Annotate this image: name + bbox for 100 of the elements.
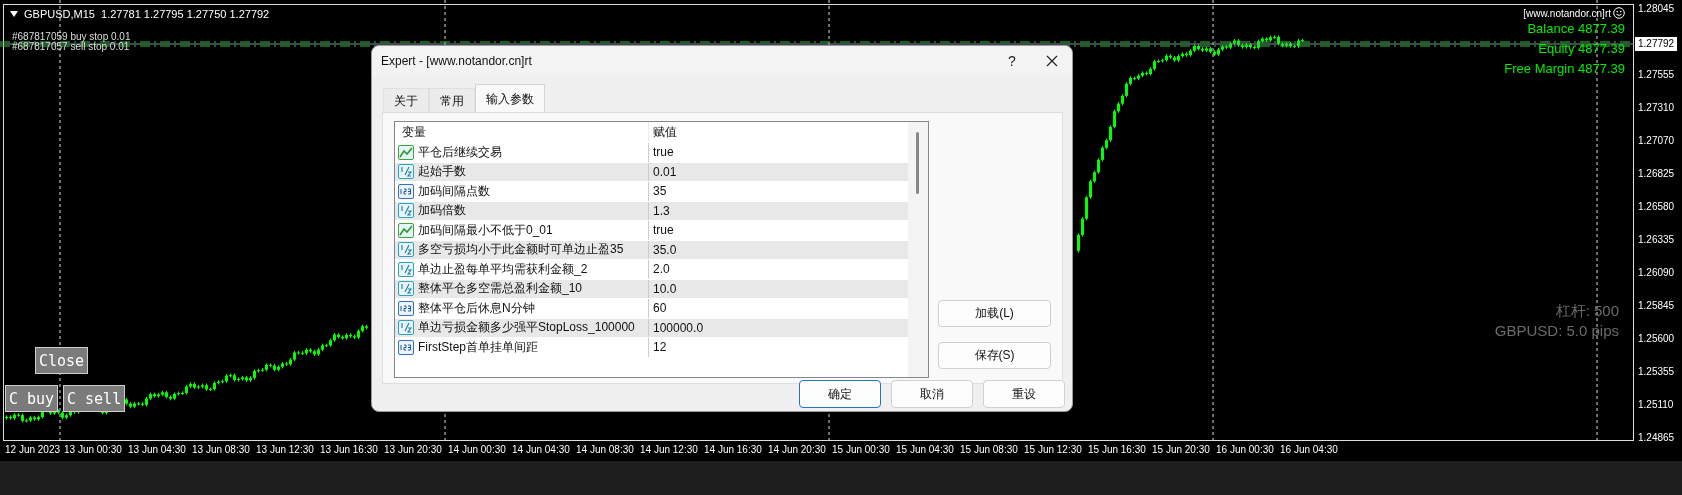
parameter-value: 2.0: [652, 262, 670, 277]
time-label: 15 Jun 12:30: [1024, 444, 1083, 457]
parameter-value: true: [652, 145, 674, 160]
time-label: 14 Jun 20:30: [768, 444, 827, 457]
double-type-icon: [398, 281, 414, 297]
double-type-icon: [398, 261, 414, 277]
parameter-name: 加码倍数: [418, 202, 466, 220]
price-label: 1.25845: [1638, 300, 1675, 311]
parameter-row[interactable]: 单边止盈每单平均需获利金额_2 2.0: [395, 260, 908, 280]
parameter-row[interactable]: 加码倍数 1.3: [395, 201, 908, 221]
price-label: 1.26335: [1638, 234, 1675, 245]
parameter-row[interactable]: 平仓后继续交易 true: [395, 143, 908, 163]
tab[interactable]: 关于: [383, 88, 429, 112]
parameter-name: 加码间隔点数: [418, 182, 490, 200]
parameter-name: 加码间隔最小不低于0_01: [418, 221, 553, 239]
parameter-row[interactable]: 多空亏损均小于此金额时可单边止盈35 35.0: [395, 240, 908, 260]
time-label: 13 Jun 08:30: [192, 444, 251, 457]
time-label: 13 Jun 16:30: [320, 444, 379, 457]
parameter-value: 100000.0: [652, 320, 704, 335]
current-price: 1.27792: [1635, 37, 1678, 51]
parameter-value: 12: [652, 340, 667, 355]
parameter-name: 整体平仓多空需总盈利金额_10: [418, 280, 583, 298]
time-label: 13 Jun 04:30: [128, 444, 187, 457]
time-label: 16 Jun 04:30: [1280, 444, 1339, 457]
order-label: #687817059 buy stop 0.01: [12, 31, 131, 42]
side-button[interactable]: 加载(L): [938, 300, 1051, 327]
parameter-name: 起始手数: [418, 163, 466, 181]
bool-type-icon: [398, 144, 414, 160]
parameter-value: 0.01: [652, 164, 677, 179]
info-text: GBPUSD: 5.0 pips: [1494, 321, 1619, 341]
double-type-icon: [398, 242, 414, 258]
info-text: 杠杆: 500: [1555, 301, 1619, 321]
account-value: Balance 4877.39: [1527, 20, 1625, 38]
time-label: 15 Jun 08:30: [960, 444, 1019, 457]
parameter-row[interactable]: 单边亏损金额多少强平StopLoss_100000 100000.0: [395, 318, 908, 338]
parameter-row[interactable]: 整体平仓后休息N分钟 60: [395, 299, 908, 319]
parameter-value: 35: [652, 184, 667, 199]
time-label: 15 Jun 20:30: [1152, 444, 1211, 457]
double-type-icon: [398, 203, 414, 219]
price-label: 1.27555: [1638, 69, 1675, 80]
price-label: 1.28045: [1638, 3, 1675, 14]
price-label: 1.27070: [1638, 135, 1675, 146]
expert-label: [www.notandor.cn]rt: [1523, 7, 1611, 19]
time-label: 16 Jun 00:30: [1216, 444, 1275, 457]
price-label: 1.25600: [1638, 333, 1675, 344]
price-label: 1.26825: [1638, 168, 1675, 179]
time-label: 14 Jun 16:30: [704, 444, 763, 457]
caret-icon[interactable]: [10, 11, 18, 17]
help-button[interactable]: ?: [992, 47, 1032, 75]
price-label: 1.25355: [1638, 366, 1675, 377]
parameter-row[interactable]: 整体平仓多空需总盈利金额_10 10.0: [395, 279, 908, 299]
parameter-name: 多空亏损均小于此金额时可单边止盈35: [418, 241, 624, 259]
time-label: 13 Jun 12:30: [256, 444, 315, 457]
time-label: 12 Jun 2023: [5, 444, 62, 457]
double-type-icon: [398, 320, 414, 336]
chart-button[interactable]: C buy: [5, 385, 59, 412]
parameter-name: 单边亏损金额多少强平StopLoss_100000: [418, 319, 635, 337]
parameter-name: 整体平仓后休息N分钟: [418, 299, 535, 317]
column-header: 变量: [395, 122, 649, 142]
smiley-icon: [1613, 7, 1625, 19]
chart-button[interactable]: C sell: [63, 385, 126, 412]
time-label: 15 Jun 04:30: [896, 444, 955, 457]
price-label: 1.24865: [1638, 432, 1675, 443]
tab[interactable]: 输入参数: [475, 84, 545, 112]
parameter-value: 1.3: [652, 203, 670, 218]
time-label: 15 Jun 16:30: [1088, 444, 1147, 457]
column-header: 赋值: [652, 123, 677, 141]
parameter-value: 60: [652, 301, 667, 316]
parameter-value: true: [652, 223, 674, 238]
int-type-icon: [398, 339, 414, 355]
dialog-button[interactable]: 确定: [799, 380, 881, 408]
close-icon: [1046, 55, 1058, 67]
time-label: 14 Jun 08:30: [576, 444, 635, 457]
dialog-button[interactable]: 重设: [983, 380, 1065, 408]
int-type-icon: [398, 183, 414, 199]
symbol-header: GBPUSD,M15 1.27781 1.27795 1.27750 1.27792: [24, 8, 270, 20]
parameter-value: 35.0: [652, 242, 677, 257]
parameter-row[interactable]: 起始手数 0.01: [395, 162, 908, 182]
time-label: 14 Jun 00:30: [448, 444, 507, 457]
parameter-name: 平仓后继续交易: [418, 143, 502, 161]
int-type-icon: [398, 300, 414, 316]
dialog-button[interactable]: 取消: [891, 380, 973, 408]
parameter-value: 10.0: [652, 281, 677, 296]
chart-button[interactable]: Close: [35, 347, 89, 374]
time-label: 14 Jun 12:30: [640, 444, 699, 457]
parameter-name: 单边止盈每单平均需获利金额_2: [418, 260, 588, 278]
price-label: 1.26580: [1638, 201, 1675, 212]
time-label: 13 Jun 00:30: [64, 444, 123, 457]
scrollbar[interactable]: [908, 122, 928, 377]
tab[interactable]: 常用: [429, 88, 475, 112]
parameter-name: FirstStep首单挂单间距: [418, 338, 538, 356]
side-button[interactable]: 保存(S): [938, 342, 1051, 369]
double-type-icon: [398, 164, 414, 180]
parameter-row[interactable]: FirstStep首单挂单间距 12: [395, 338, 908, 358]
price-label: 1.26090: [1638, 267, 1675, 278]
parameter-row[interactable]: 加码间隔点数 35: [395, 182, 908, 202]
time-label: 13 Jun 20:30: [384, 444, 443, 457]
parameter-row[interactable]: 加码间隔最小不低于0_01 true: [395, 221, 908, 241]
account-value: Free Margin 4877.39: [1504, 60, 1625, 78]
window-title: Expert - [www.notandor.cn]rt: [381, 54, 532, 68]
